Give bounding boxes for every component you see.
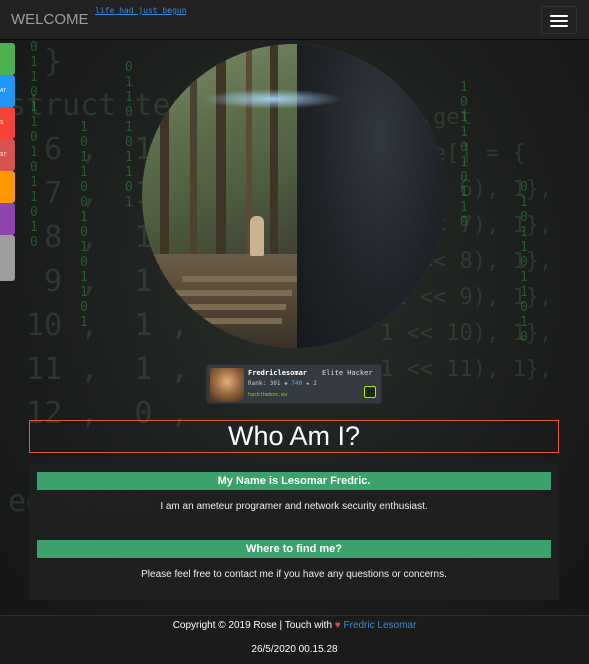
navbar-brand[interactable]: WELCOME (11, 11, 89, 28)
copyright: Copyright © 2019 Rose | Touch with ♥ Fre… (0, 620, 589, 631)
social-button-4[interactable] (0, 171, 15, 203)
badge-rank-title: Elite Hacker (322, 369, 373, 377)
section-title-name: My Name is Lesomar Fredric. (37, 472, 551, 490)
badge-username: Fredriclesomar (248, 369, 308, 377)
heart-icon: ♥ (334, 620, 341, 631)
matrix-column: 10110010101101 (80, 120, 88, 330)
social-button-6[interactable] (0, 235, 15, 281)
badge-points: 740 (291, 380, 303, 387)
social-button-5[interactable] (0, 203, 15, 235)
social-button-2[interactable]: S (0, 107, 15, 139)
badge-respect: 2 (313, 380, 317, 387)
matrix-column: 0110101101 (125, 60, 133, 210)
social-button-0[interactable] (0, 43, 15, 75)
badge-stats: Rank: 301 ◆ 740 ★ 2 (248, 380, 317, 387)
hamburger-icon (550, 20, 568, 22)
social-button-1[interactable]: AT (0, 75, 15, 107)
section-title-contact: Where to find me? (37, 540, 551, 558)
matrix-column: 01101101011010 (30, 40, 38, 250)
profile-photo (142, 44, 446, 348)
page-title: Who Am I? (29, 420, 559, 453)
navbar-tagline[interactable]: life had just begun (95, 6, 187, 15)
author-link[interactable]: Fredric Lesomar (344, 620, 417, 631)
star-icon: ★ (305, 380, 314, 387)
social-sidebar: AT S ST (0, 43, 15, 281)
copyright-text: Copyright © 2019 Rose | Touch with (172, 620, 332, 631)
badge-rank: Rank: 301 (248, 380, 281, 387)
footer: Copyright © 2019 Rose | Touch with ♥ Fre… (0, 615, 589, 664)
social-button-3[interactable]: ST (0, 139, 15, 171)
section-text-contact: Please feel free to contact me if you ha… (141, 569, 447, 580)
hackthebox-badge[interactable]: Fredriclesomar Elite Hacker Rank: 301 ◆ … (206, 364, 382, 404)
hamburger-icon (550, 25, 568, 27)
about-panel: My Name is Lesomar Fredric. I am an amet… (29, 463, 559, 600)
matrix-column: 01011011010 (520, 180, 528, 345)
badge-site: hackthebox.eu (248, 392, 288, 398)
navbar: WELCOME life had just begun (0, 0, 589, 40)
htb-cube-icon (364, 386, 376, 398)
matrix-column: 1011010110 (460, 80, 468, 230)
hamburger-icon (550, 15, 568, 17)
menu-toggle-button[interactable] (541, 6, 577, 34)
current-datetime: 26/5/2020 00.15.28 (251, 644, 338, 655)
badge-avatar (210, 368, 244, 402)
section-text-name: I am an ameteur programer and network se… (160, 501, 428, 512)
